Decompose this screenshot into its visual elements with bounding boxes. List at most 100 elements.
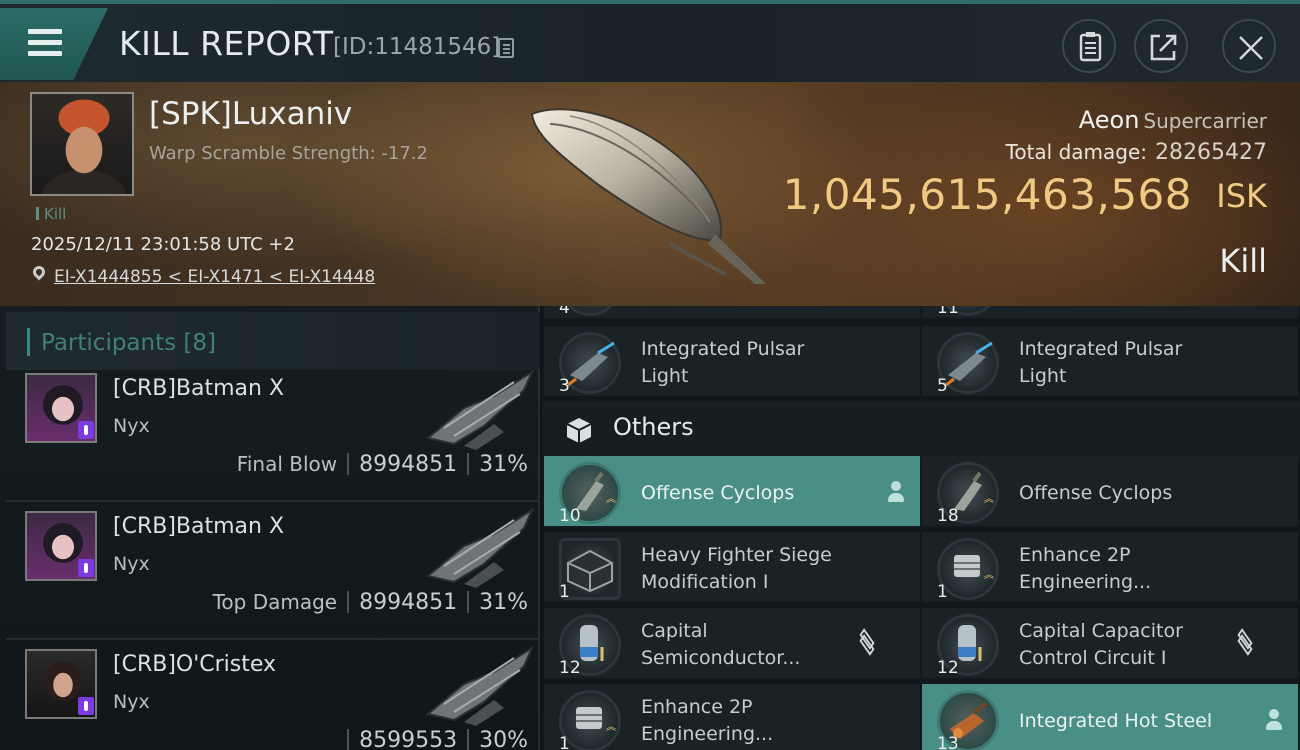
participant-row[interactable]: [CRB]O'Cristex Nyx 8599553 30% [6, 644, 540, 750]
divider [467, 729, 470, 750]
item-quantity: 13 [937, 734, 959, 750]
kill-datetime: 2025/12/11 23:01:58 UTC +2 [31, 234, 295, 255]
result-label: Kill [1219, 242, 1267, 280]
participant-role: Final Blow [236, 452, 338, 476]
destroyed-icon: ✕ [1265, 348, 1284, 373]
item-quantity: 18 [937, 506, 959, 526]
participants-header: Participants [8] [6, 312, 540, 370]
participant-damage: 8994851 [359, 590, 458, 615]
menu-icon [28, 29, 62, 34]
item-name: Integrated Pulsar Light [1019, 338, 1183, 387]
item-quantity: 12 [937, 658, 959, 678]
participant-damage-pct: 30% [479, 728, 528, 750]
ship-name: Aeon [1078, 106, 1140, 134]
item-quantity: 5 [937, 376, 948, 396]
item-slot[interactable]: 4 [544, 306, 920, 320]
participant-name[interactable]: [CRB]O'Cristex [113, 652, 276, 677]
share-icon [1150, 34, 1177, 61]
item-slot[interactable]: 1 Heavy Fighter Siege Modification I ✕ [544, 532, 920, 604]
item-slot[interactable]: 12 Capital Capacitor Control Circuit I ✕ [922, 608, 1298, 680]
item-name: Integrated Hot Steel [1019, 710, 1213, 732]
participant-ship: Nyx [113, 691, 150, 713]
item-slot[interactable]: ︽ 1 Enhance 2P Engineering... ✕ [544, 684, 920, 750]
item-quantity: 4 [559, 306, 570, 318]
person-icon[interactable] [888, 481, 904, 503]
participant-ship: Nyx [113, 415, 150, 437]
divider [347, 591, 350, 613]
clipboard-button[interactable] [1062, 19, 1116, 73]
close-icon [1239, 36, 1263, 60]
item-slot[interactable]: 12 Capital Semiconductor... ✕ [544, 608, 920, 680]
item-slot[interactable]: 5 Integrated Pulsar Light ✕ [922, 326, 1298, 398]
total-damage: Total damage: 28265427 [1006, 140, 1267, 165]
item-quantity: 3 [559, 376, 570, 396]
participant-ship-image [425, 645, 535, 726]
item-slot[interactable]: 3 Integrated Pulsar Light ✕ [544, 326, 920, 398]
victim-ship: Aeon Supercarrier [1079, 106, 1267, 134]
participant-ship-image [425, 507, 535, 588]
item-name: Enhance 2P Engineering... [641, 696, 774, 745]
chip-graphic [954, 555, 980, 577]
participant-stats: 8599553 30% [337, 728, 528, 750]
destroyed-icon: ✕ [1265, 478, 1284, 503]
participant-damage: 8599553 [359, 728, 458, 750]
rank-chevron-icon: ︽ [606, 494, 616, 505]
isk-value: 1,045,615,463,568 [782, 170, 1192, 219]
item-quantity: 1 [559, 734, 570, 750]
page-title: KILL REPORT [119, 24, 334, 63]
copy-icon[interactable] [498, 38, 514, 58]
divider [467, 453, 470, 475]
item-quantity: 1 [937, 582, 948, 602]
item-quantity: 12 [559, 658, 581, 678]
participant-row[interactable]: [CRB]Batman X Nyx Top Damage 8994851 31% [6, 506, 540, 640]
close-button[interactable] [1222, 19, 1276, 73]
clipboard-icon [1079, 32, 1102, 62]
destroyed-icon: ✕ [887, 348, 906, 373]
participant-damage-pct: 31% [479, 452, 528, 477]
rank-chevron-icon: ︽ [984, 494, 994, 505]
item-name: Enhance 2P Engineering... [1019, 544, 1152, 593]
stack-layers-icon[interactable] [1234, 628, 1256, 656]
item-slot[interactable]: ︽ 1 Enhance 2P Engineering... ✕ [922, 532, 1298, 604]
participant-role: Top Damage [212, 590, 338, 614]
cube-icon [566, 418, 592, 443]
divider [467, 591, 470, 613]
victim-name[interactable]: [SPK]Luxaniv [149, 96, 352, 132]
warp-scramble-strength: Warp Scramble Strength: -17.2 [149, 143, 428, 164]
destroyed-icon: ✕ [887, 630, 906, 655]
participant-stats: Top Damage 8994851 31% [213, 590, 528, 615]
menu-button[interactable] [0, 8, 108, 80]
others-section-header: Others [542, 401, 1300, 457]
faction-badge-icon [78, 697, 94, 715]
pulsar-laser-graphic [567, 341, 615, 387]
victim-ship-image [530, 108, 766, 284]
participants-panel: Participants [8] [CRB]Batman X Nyx Final… [0, 306, 540, 750]
participant-name[interactable]: [CRB]Batman X [113, 514, 284, 539]
pulsar-laser-graphic [945, 341, 993, 387]
person-icon[interactable] [1266, 709, 1282, 731]
destroyed-icon: ✕ [887, 706, 906, 731]
item-slot[interactable]: 13 Integrated Hot Steel [922, 684, 1298, 750]
menu-icon-bar [28, 40, 62, 45]
section-accent [27, 328, 30, 356]
chip-graphic [576, 707, 602, 729]
total-damage-value: 28265427 [1155, 140, 1267, 165]
others-title: Others [613, 413, 694, 441]
isk-unit: ISK [1216, 177, 1267, 215]
kill-tag: Kill [36, 205, 66, 223]
stack-layers-icon[interactable] [856, 628, 878, 656]
item-slot[interactable]: ︽ 10 Offense Cyclops [544, 456, 920, 528]
participant-name[interactable]: [CRB]Batman X [113, 376, 284, 401]
destroyed-icon: ✕ [1265, 630, 1284, 655]
kill-location-link[interactable]: EI-X1444855 < EI-X1471 < EI-X14448 [54, 267, 375, 287]
item-name: Capital Semiconductor... [641, 620, 801, 669]
report-id: [ID:11481546] [333, 34, 501, 60]
participant-row[interactable]: [CRB]Batman X Nyx Final Blow 8994851 31% [6, 368, 540, 502]
location-pin-icon [30, 263, 48, 281]
share-button[interactable] [1134, 19, 1188, 73]
item-slot[interactable]: ︽ 18 Offense Cyclops ✕ [922, 456, 1298, 528]
victim-portrait[interactable] [30, 92, 134, 196]
item-slot[interactable]: 11 [922, 306, 1298, 320]
item-name: Heavy Fighter Siege Modification I [641, 544, 832, 593]
faction-badge-icon [78, 421, 94, 439]
